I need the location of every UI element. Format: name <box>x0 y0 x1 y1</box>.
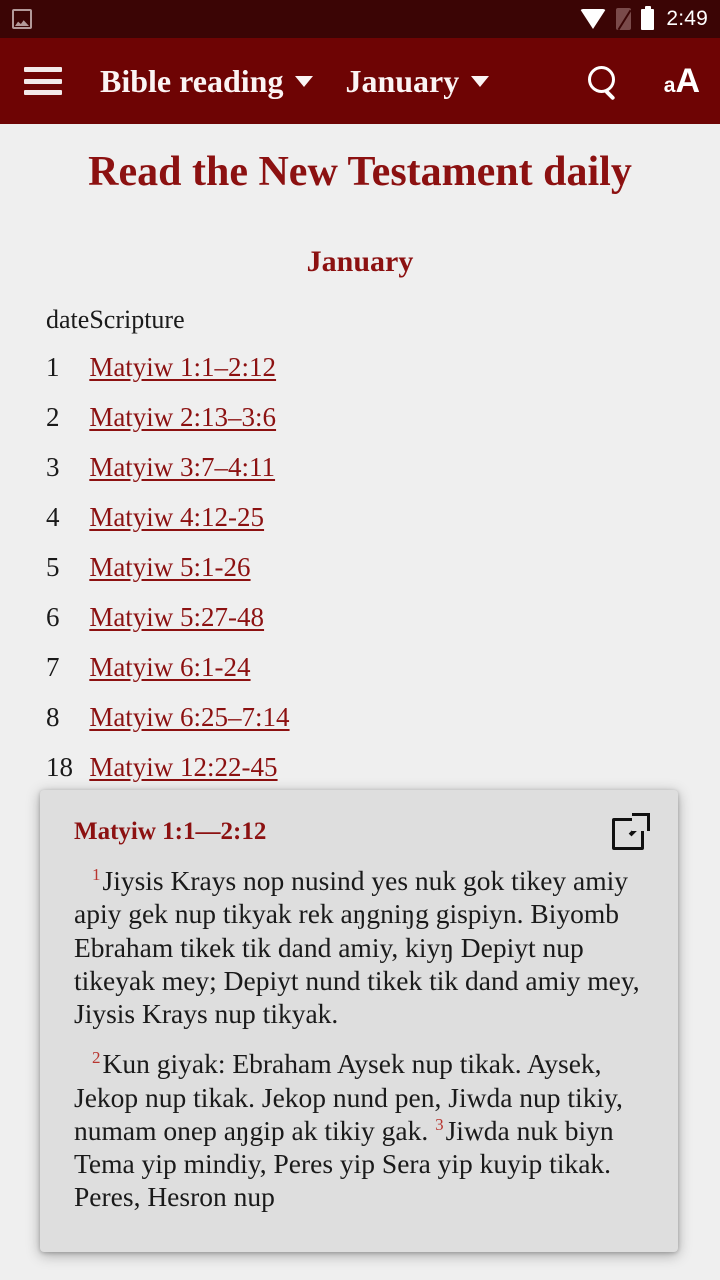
verse-paragraph: 1Jiysis Krays nop nusind yes nuk gok tik… <box>74 864 640 1030</box>
column-header-date: date <box>46 304 90 334</box>
verse-card-title: Matyiw 1:1—2:12 <box>74 818 267 845</box>
month-heading: January <box>306 244 414 278</box>
scripture-link[interactable]: Matyiw 4:12-25 <box>89 502 264 532</box>
table-header-row: date Scripture <box>0 305 720 343</box>
scripture-link[interactable]: Matyiw 12:22-45 <box>89 752 277 782</box>
scripture-link[interactable]: Matyiw 2:13–3:6 <box>89 402 276 432</box>
row-scripture: Matyiw 2:13–3:6 <box>89 393 720 443</box>
app-bar-actions: aA <box>587 64 700 98</box>
scripture-link[interactable]: Matyiw 5:27-48 <box>89 602 264 632</box>
no-sim-icon <box>616 8 632 30</box>
table-row: 5 Matyiw 5:1-26 <box>0 543 720 593</box>
status-bar-system: 2:49 <box>580 5 708 31</box>
app-bar: Bible reading January aA <box>0 38 720 124</box>
row-date: 18 <box>46 752 73 783</box>
row-date: 7 <box>46 652 60 683</box>
screenshot-image-icon <box>12 9 32 29</box>
month-selector[interactable]: January <box>345 62 490 100</box>
hamburger-menu-icon[interactable] <box>24 67 62 95</box>
status-bar-notifications <box>12 9 32 29</box>
wifi-icon <box>580 9 607 29</box>
table-row: 18 Matyiw 12:22-45 <box>0 743 720 793</box>
row-date: 2 <box>46 402 60 433</box>
app-bar-title: Bible reading <box>100 62 284 99</box>
page-title: Read the New Testament daily <box>88 149 632 195</box>
row-date: 8 <box>46 702 60 733</box>
row-scripture: Matyiw 6:25–7:14 <box>89 693 720 743</box>
row-date: 4 <box>46 502 60 533</box>
verse-card-body: 1Jiysis Krays nop nusind yes nuk gok tik… <box>74 864 644 1214</box>
verse-card-header: Matyiw 1:1—2:12 <box>74 813 650 850</box>
verse-number: 1 <box>92 864 101 884</box>
scripture-link[interactable]: Matyiw 3:7–4:11 <box>89 452 275 482</box>
row-scripture: Matyiw 5:1-26 <box>89 543 720 593</box>
clock: 2:49 <box>666 7 708 30</box>
verse-preview-card[interactable]: Matyiw 1:1—2:12 1Jiysis Krays nop nusind… <box>40 790 678 1252</box>
open-in-new-icon[interactable] <box>612 813 650 850</box>
publication-selector[interactable]: Bible reading <box>100 62 314 100</box>
row-date: 3 <box>46 452 60 483</box>
battery-icon <box>641 5 655 30</box>
row-scripture: Matyiw 1:1–2:12 <box>89 343 720 393</box>
reading-schedule-table: date Scripture 1 Matyiw 1:1–2:12 2 Matyiw 2… <box>0 305 720 793</box>
row-scripture: Matyiw 3:7–4:11 <box>89 443 720 493</box>
row-date: 6 <box>46 602 60 633</box>
row-scripture: Matyiw 6:1-24 <box>89 643 720 693</box>
verse-number: 3 <box>435 1114 444 1134</box>
chevron-down-icon <box>471 75 490 87</box>
column-header-scripture: Scripture <box>89 304 185 334</box>
verse-number: 2 <box>92 1048 101 1068</box>
row-scripture: Matyiw 5:27-48 <box>89 593 720 643</box>
table-row: 4 Matyiw 4:12-25 <box>0 493 720 543</box>
chevron-down-icon <box>295 75 314 87</box>
app-screen: 2:49 Bible reading January aA Read the N… <box>0 0 720 1280</box>
text-size-icon[interactable]: aA <box>664 64 700 98</box>
scripture-link[interactable]: Matyiw 1:1–2:12 <box>89 352 276 382</box>
scripture-link[interactable]: Matyiw 6:25–7:14 <box>89 702 289 732</box>
table-row: 1 Matyiw 1:1–2:12 <box>0 343 720 393</box>
table-row: 3 Matyiw 3:7–4:11 <box>0 443 720 493</box>
verse-paragraph: 2Kun giyak: Ebraham Aysek nup tikak. Ays… <box>74 1048 623 1213</box>
status-bar: 2:49 <box>0 0 720 38</box>
text-size-small-a: a <box>663 74 676 97</box>
scripture-link[interactable]: Matyiw 5:1-26 <box>89 552 250 582</box>
table-row: 8 Matyiw 6:25–7:14 <box>0 693 720 743</box>
row-date: 5 <box>46 552 60 583</box>
row-date: 1 <box>46 352 60 383</box>
row-scripture: Matyiw 12:22-45 <box>89 743 720 793</box>
text-size-large-a: A <box>675 62 700 100</box>
scripture-link[interactable]: Matyiw 6:1-24 <box>89 652 250 682</box>
table-row: 6 Matyiw 5:27-48 <box>0 593 720 643</box>
row-scripture: Matyiw 4:12-25 <box>89 493 720 543</box>
table-row: 2 Matyiw 2:13–3:6 <box>0 393 720 443</box>
month-selector-label: January <box>345 62 460 99</box>
search-icon[interactable] <box>587 66 618 96</box>
table-row: 7 Matyiw 6:1-24 <box>0 643 720 693</box>
